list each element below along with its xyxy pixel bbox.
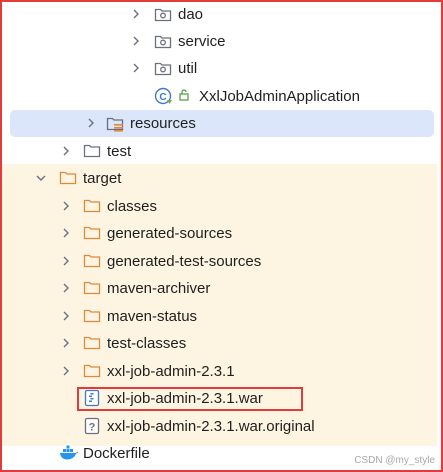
tree-row-label: generated-sources xyxy=(107,225,233,242)
package-folder-icon xyxy=(154,8,172,22)
chevron-right-icon[interactable] xyxy=(59,309,73,323)
excluded-folder-icon xyxy=(83,199,101,213)
spring-boot-class-icon: C xyxy=(154,87,172,105)
tree-row-label: classes xyxy=(107,198,158,215)
docker-icon xyxy=(60,445,79,460)
svg-text:C: C xyxy=(159,92,166,103)
chevron-right-icon[interactable] xyxy=(59,226,73,240)
excluded-folder-icon xyxy=(83,254,101,268)
excluded-folder-icon xyxy=(83,336,101,350)
unlock-icon xyxy=(179,89,189,101)
tree-row-label: resources xyxy=(130,115,196,132)
tree-row-label: maven-archiver xyxy=(107,280,211,297)
excluded-folder-icon xyxy=(83,226,101,240)
tree-row-target[interactable]: target xyxy=(0,165,439,192)
chevron-right-icon[interactable] xyxy=(84,116,98,130)
tree-row-xxl-job-admin-folder[interactable]: xxl-job-admin-2.3.1 xyxy=(0,358,439,385)
svg-text:?: ? xyxy=(89,422,96,434)
tree-row-classes[interactable]: classes xyxy=(0,193,439,220)
tree-row-label: util xyxy=(178,60,198,77)
tree-row-war-original[interactable]: ? xxl-job-admin-2.3.1.war.original xyxy=(0,413,439,440)
tree-row-dao[interactable]: dao xyxy=(0,1,439,28)
package-folder-icon xyxy=(154,35,172,49)
excluded-folder-icon xyxy=(83,281,101,295)
tree-row-test-classes[interactable]: test-classes xyxy=(0,330,439,357)
watermark: CSDN @my_style xyxy=(354,455,435,466)
chevron-right-icon[interactable] xyxy=(129,7,143,21)
war-file-highlight-box xyxy=(77,387,303,411)
tree-row-label: target xyxy=(83,170,122,187)
resources-folder-icon xyxy=(106,117,124,132)
excluded-folder-icon xyxy=(83,364,101,378)
tree-row-label: generated-test-sources xyxy=(107,253,262,270)
tree-row-label: test xyxy=(107,143,132,160)
tree-row-generated-sources[interactable]: generated-sources xyxy=(0,220,439,247)
chevron-right-icon[interactable] xyxy=(59,144,73,158)
tree-row-maven-status[interactable]: maven-status xyxy=(0,303,439,330)
folder-icon xyxy=(83,144,101,158)
tree-row-application-class[interactable]: C XxlJobAdminApplication xyxy=(0,83,439,110)
package-folder-icon xyxy=(154,62,172,76)
excluded-folder-icon xyxy=(59,171,77,185)
tree-row-service[interactable]: service xyxy=(0,28,439,55)
tree-row-label: XxlJobAdminApplication xyxy=(199,88,360,105)
unknown-file-icon: ? xyxy=(84,417,100,435)
chevron-right-icon[interactable] xyxy=(129,34,143,48)
chevron-right-icon[interactable] xyxy=(59,281,73,295)
tree-row-label: dao xyxy=(178,6,204,23)
chevron-right-icon[interactable] xyxy=(59,199,73,213)
chevron-right-icon[interactable] xyxy=(59,336,73,350)
tree-row-label: xxl-job-admin-2.3.1 xyxy=(107,363,235,380)
chevron-right-icon[interactable] xyxy=(129,61,143,75)
tree-row-label: xxl-job-admin-2.3.1.war.original xyxy=(107,418,315,435)
tree-row-generated-test-sources[interactable]: generated-test-sources xyxy=(0,248,439,275)
excluded-folder-icon xyxy=(83,309,101,323)
chevron-right-icon[interactable] xyxy=(59,254,73,268)
tree-row-label: Dockerfile xyxy=(83,445,150,462)
chevron-right-icon[interactable] xyxy=(59,364,73,378)
chevron-down-icon[interactable] xyxy=(34,171,48,185)
tree-row-test[interactable]: test xyxy=(0,138,439,165)
tree-row-label: service xyxy=(178,33,226,50)
tree-row-label: maven-status xyxy=(107,308,198,325)
tree-row-label: test-classes xyxy=(107,335,187,352)
tree-row-resources[interactable]: resources xyxy=(10,110,434,137)
tree-row-util[interactable]: util xyxy=(0,55,439,82)
tree-row-maven-archiver[interactable]: maven-archiver xyxy=(0,275,439,302)
